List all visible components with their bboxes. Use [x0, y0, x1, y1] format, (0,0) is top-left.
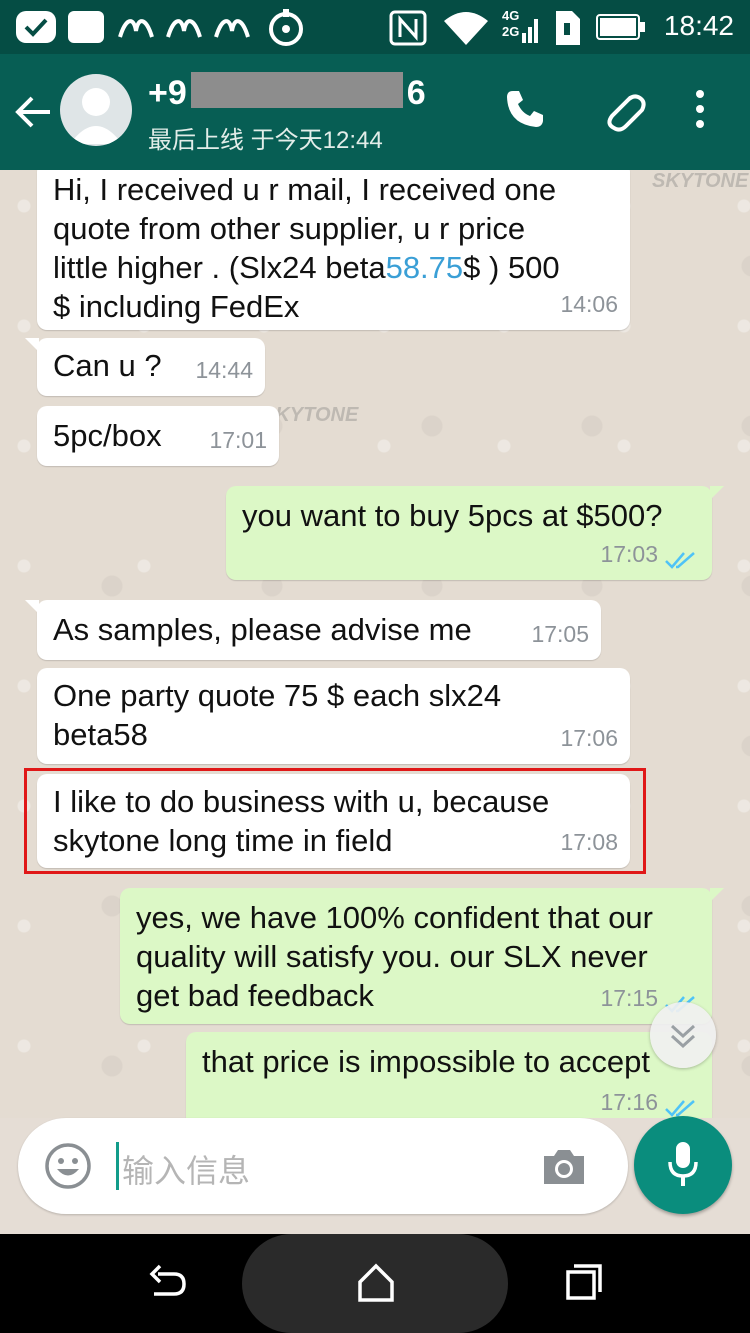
message-time: 17:06: [560, 725, 618, 751]
signal-icon: [522, 19, 538, 43]
wave-notification-icon: [166, 19, 202, 38]
more-vert-icon[interactable]: [690, 88, 710, 130]
bubble-tail: [710, 888, 724, 902]
incoming-message[interactable]: As samples, please advise me 17:05: [25, 600, 601, 660]
incoming-message[interactable]: One party quote 75 $ each slx24 beta58 1…: [37, 668, 630, 764]
paperclip-icon[interactable]: [600, 88, 648, 136]
message-time: 14:06: [560, 291, 618, 317]
read-ticks-icon: [665, 1100, 695, 1117]
square-notification-icon: [68, 11, 104, 43]
message-time: 17:01: [209, 427, 267, 453]
phone-icon[interactable]: [504, 88, 546, 130]
default-avatar-icon: [70, 88, 122, 144]
wifi-icon: [444, 12, 488, 45]
message-time: 17:16: [600, 1089, 658, 1115]
message-input[interactable]: 输入信息: [122, 1146, 250, 1192]
double-chevron-down-icon: [670, 1024, 696, 1049]
battery-icon: [596, 14, 645, 40]
recents-nav-icon[interactable]: [564, 1262, 604, 1302]
text-cursor: [116, 1142, 119, 1190]
message-time: 14:44: [195, 357, 253, 383]
message-text: Hi, I received u r mail, I received one …: [53, 172, 560, 324]
message-text: As samples, please advise me: [53, 612, 472, 647]
voice-message-button[interactable]: [634, 1116, 732, 1214]
message-input-bar[interactable]: 输入信息: [18, 1118, 628, 1214]
back-arrow-icon[interactable]: [14, 92, 54, 132]
scroll-to-bottom-button[interactable]: [650, 1002, 716, 1068]
last-seen-status: 最后上线 于今天12:44: [148, 127, 383, 154]
outgoing-message[interactable]: yes, we have 100% confident that our qua…: [120, 888, 724, 1024]
incoming-message[interactable]: Can u ? 14:44: [25, 338, 265, 396]
message-text: you want to buy 5pcs at $500?: [242, 498, 663, 533]
check-notification-icon: [16, 11, 56, 43]
bubble-tail: [710, 486, 724, 500]
sim-icon: [556, 11, 580, 45]
message-text: that price is impossible to accept: [202, 1044, 650, 1079]
home-nav-icon[interactable]: [356, 1262, 396, 1304]
microphone-icon: [668, 1142, 698, 1186]
incoming-message[interactable]: 5pc/box 17:01: [37, 406, 279, 466]
sync-icon: [269, 9, 303, 46]
phone-number-link[interactable]: 58.75: [386, 250, 464, 285]
message-time: 17:05: [531, 621, 589, 647]
incoming-message[interactable]: Hi, I received u r mail, I received one …: [37, 170, 630, 330]
outgoing-message[interactable]: you want to buy 5pcs at $500? 17:03: [226, 486, 724, 580]
wave-notification-icon: [118, 19, 154, 38]
watermark-logo: SKYTONE: [652, 170, 749, 192]
highlight-annotation-box: [24, 768, 646, 874]
status-bar: 4G 2G 18:42: [0, 0, 750, 54]
back-nav-icon[interactable]: [146, 1262, 188, 1304]
bubble-tail: [25, 338, 39, 352]
message-text: One party quote 75 $ each slx24 beta58: [53, 678, 502, 752]
clock: 18:42: [663, 10, 734, 41]
bubble-tail: [25, 600, 39, 614]
emoji-icon[interactable]: [44, 1142, 92, 1190]
system-navigation-bar: [0, 1234, 750, 1333]
redacted-number: [190, 72, 403, 108]
camera-icon[interactable]: [540, 1146, 588, 1188]
outgoing-message[interactable]: that price is impossible to accept 17:16: [186, 1032, 712, 1118]
message-time: 17:03: [600, 541, 658, 567]
nfc-icon: [389, 10, 427, 46]
chat-messages-area[interactable]: SKYTONE SKYTONE SKYTONE Hi, I received u…: [0, 170, 750, 1118]
read-ticks-icon: [665, 552, 695, 569]
contact-name[interactable]: +9 6: [148, 72, 426, 113]
network-type-label: 4G 2G: [502, 8, 520, 39]
avatar[interactable]: [60, 74, 132, 146]
wave-notification-icon: [214, 19, 250, 38]
chat-header: +9 6 最后上线 于今天12:44: [0, 54, 750, 170]
